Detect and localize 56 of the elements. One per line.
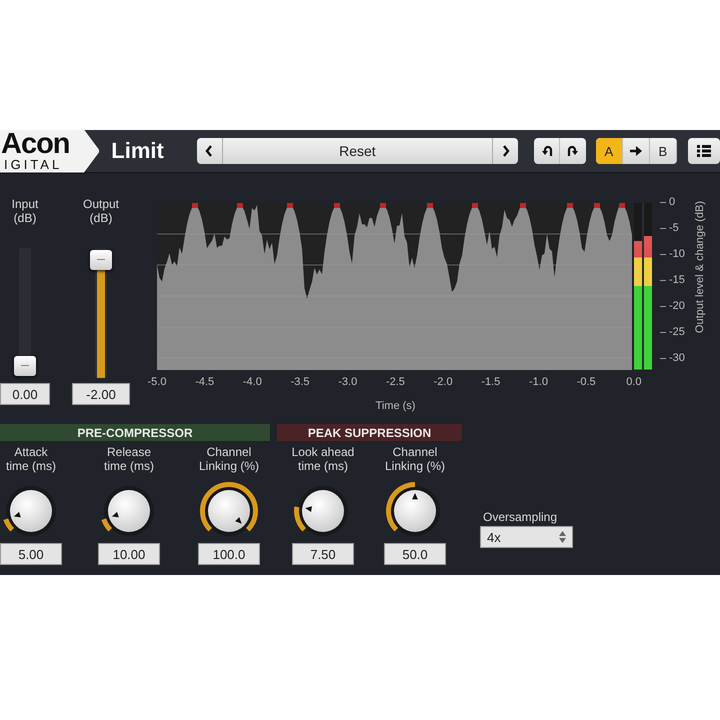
chevron-right-icon <box>500 144 511 158</box>
axis-tick-label: -30 <box>660 352 694 364</box>
axis-tick-label: -1.5 <box>480 376 502 388</box>
fader[interactable] <box>90 248 112 378</box>
logo-subword: IGITAL <box>3 158 64 172</box>
axis-tick-label: -0.5 <box>576 376 597 388</box>
value-field[interactable]: -2.00 <box>72 383 130 405</box>
undo-icon <box>540 144 554 158</box>
dropdown-label: Oversampling <box>482 510 558 524</box>
axis-tick-label: -20 <box>660 300 694 312</box>
redo-icon <box>566 144 580 158</box>
value-field[interactable]: 50.0 <box>384 543 446 565</box>
value-field[interactable]: 5.00 <box>0 543 62 565</box>
axis-tick-label: -2.0 <box>432 376 454 388</box>
knob-label: Channel Linking (%) <box>384 445 446 473</box>
value-field[interactable]: 7.50 <box>292 543 354 565</box>
axis-tick-label: -5 <box>660 222 694 234</box>
fader-label: Input (dB) <box>12 197 38 225</box>
axis-tick-label: -5.0 <box>146 376 168 388</box>
section-header: PRE-COMPRESSOR <box>0 424 270 441</box>
preset-name[interactable]: Reset <box>222 138 492 164</box>
menu-icon <box>697 145 712 157</box>
value-field[interactable]: 0.00 <box>0 383 50 405</box>
value-field[interactable]: 10.00 <box>98 543 160 565</box>
fader-thumb[interactable] <box>90 250 112 270</box>
chevron-left-icon <box>204 144 214 158</box>
axis-tick-label: -25 <box>660 326 694 338</box>
dropdown-value: 4x <box>487 530 501 544</box>
axis-tick-label: -3.0 <box>337 376 358 388</box>
axis-tick-label: -15 <box>660 274 694 286</box>
axis-tick-label: -4.5 <box>194 376 216 388</box>
knob-label: Look ahead time (ms) <box>292 445 354 473</box>
axis-tick-label: -10 <box>660 248 694 260</box>
axis-label: Output level & change (dB) <box>694 201 706 334</box>
knob-label: Release time (ms) <box>104 445 154 473</box>
fader-label: Output (dB) <box>82 197 120 225</box>
value-field[interactable]: 100.0 <box>198 543 260 565</box>
axis-tick-label: -2.5 <box>384 376 406 388</box>
axis-tick-label: -4.0 <box>242 376 263 388</box>
updown-icon <box>559 531 566 543</box>
ab-toggle[interactable]: B <box>650 138 677 164</box>
axis-tick-label: 0.0 <box>625 376 643 388</box>
axis-tick-label: -1.0 <box>528 376 549 388</box>
arrow-right-icon <box>628 145 643 157</box>
knob-label: Attack time (ms) <box>6 445 56 473</box>
axis-tick-label: 0 <box>660 196 694 208</box>
fader[interactable] <box>14 248 36 378</box>
logo-word: Acon <box>1 130 70 158</box>
fader-thumb[interactable] <box>14 356 36 376</box>
axis-tick-label: -3.5 <box>290 376 311 388</box>
axis-label: Time (s) <box>374 400 416 412</box>
section-header: PEAK SUPPRESSION <box>277 424 462 441</box>
ab-toggle[interactable]: A <box>596 138 623 164</box>
plugin-title: Limit <box>111 138 165 164</box>
oversampling-dropdown[interactable]: 4x <box>480 526 573 548</box>
knob-label: Channel Linking (%) <box>198 445 260 473</box>
